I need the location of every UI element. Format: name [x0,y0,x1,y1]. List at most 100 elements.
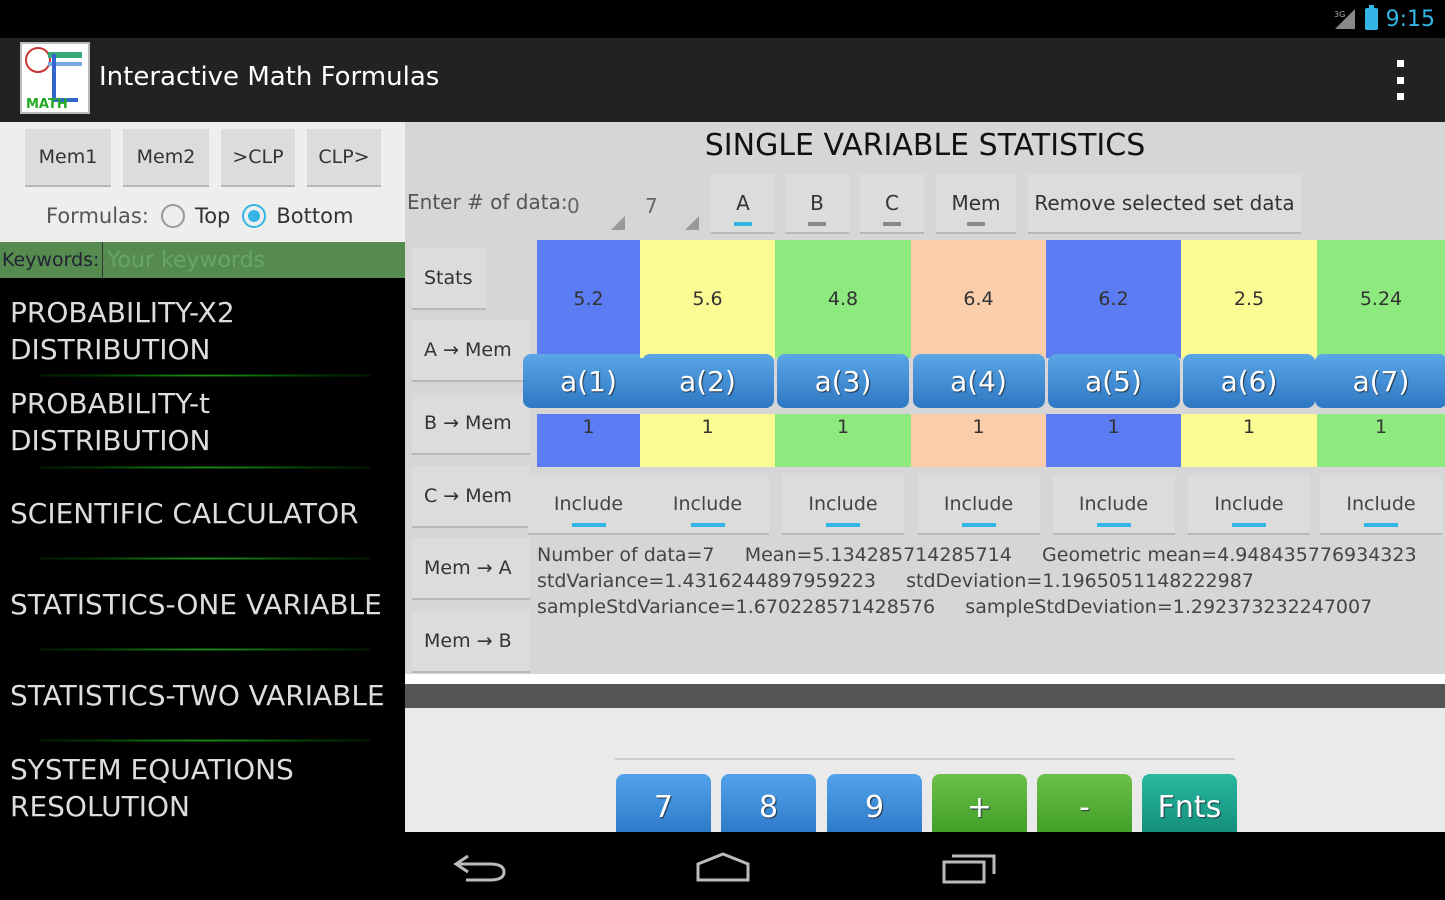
result-line: stdVariance=1.4316244897959223 stdDeviat… [537,570,1254,592]
data-index-cell[interactable]: 1 [911,414,1046,467]
toggle-indicator [1232,523,1266,527]
data-value-cell[interactable]: 2.5 [1181,240,1317,358]
include-label: Include [1214,493,1284,515]
data-count-field[interactable]: 7 [645,180,701,232]
recents-icon[interactable] [940,850,1000,884]
keypad-key[interactable]: - [1037,774,1132,832]
set-b-button[interactable]: B [785,174,849,234]
data-value-cell[interactable]: 4.8 [775,240,911,358]
menu-item-line1: SCIENTIFIC CALCULATOR [10,497,359,530]
a-to-mem-button[interactable]: A → Mem [412,320,530,382]
keywords-input[interactable] [103,247,398,273]
mem1-button[interactable]: Mem1 [25,129,111,187]
set-b-label: B [810,191,824,215]
menu-item-line1: STATISTICS-ONE VARIABLE [10,588,382,621]
data-label-badge: a(7) [1315,354,1445,408]
include-toggle-button[interactable]: Include [646,475,769,535]
toggle-indicator [1096,523,1131,527]
include-toggle-button[interactable]: Include [782,475,904,535]
menu-item-probability-x2[interactable]: PROBABILITY-X2 DISTRIBUTION [10,294,235,368]
c-to-mem-button[interactable]: C → Mem [412,466,530,528]
menu-item-line1: STATISTICS-TWO VARIABLE [10,679,385,712]
include-label: Include [943,493,1014,515]
menu-item-statistics-two-variable[interactable]: STATISTICS-TWO VARIABLE [10,677,385,714]
radio-top[interactable] [160,204,185,228]
include-toggle-button[interactable]: Include [1188,475,1310,535]
toggle-indicator [961,523,996,527]
menu-item-system-equations[interactable]: SYSTEM EQUATIONS RESOLUTION [10,751,294,825]
memory-controls: Mem1 Mem2 >CLP CLP> Formulas: Top Bottom [0,122,405,242]
set-c-button[interactable]: C [860,174,924,234]
statistics-panel: SINGLE VARIABLE STATISTICS Enter # of da… [405,122,1445,832]
menu-item-probability-t[interactable]: PROBABILITY-t DISTRIBUTION [10,385,210,459]
keypad-key[interactable]: + [932,774,1027,832]
data-label-badge: a(4) [912,354,1045,408]
page-title: SINGLE VARIABLE STATISTICS [704,128,1146,163]
navigation-bar [0,832,1445,900]
data-index-cell[interactable]: 1 [1046,414,1181,467]
data-value-cell[interactable]: 6.4 [911,240,1046,358]
set-mem-button[interactable]: Mem [936,174,1016,234]
data-value-cell[interactable]: 6.2 [1046,240,1181,358]
data-index-cell[interactable]: 1 [1317,414,1445,467]
mem2-button[interactable]: Mem2 [123,129,209,187]
menu-item-scientific-calculator[interactable]: SCIENTIFIC CALCULATOR [10,495,359,532]
include-toggle-button[interactable]: Include [917,475,1040,535]
app-title: Interactive Math Formulas [99,62,440,92]
data-index-cell[interactable]: 1 [775,414,911,467]
keypad-key[interactable]: 7 [616,774,711,832]
mem-to-a-button[interactable]: Mem → A [412,538,530,600]
menu-item-statistics-one-variable[interactable]: STATISTICS-ONE VARIABLE [10,586,382,623]
data-value-cell[interactable]: 5.2 [537,240,640,358]
divider [405,684,1445,708]
menu-item-line2: DISTRIBUTION [10,424,211,457]
toggle-indicator [826,523,860,527]
keypad-key[interactable]: 9 [827,774,922,832]
menu-item-line1: PROBABILITY-X2 [10,296,235,329]
battery-icon [1364,5,1378,30]
menu-divider [40,466,370,469]
data-index-cell[interactable]: 1 [537,414,640,467]
b-to-mem-button[interactable]: B → Mem [412,393,530,455]
divider [615,758,1235,760]
back-icon[interactable] [452,850,508,882]
divider [405,674,1445,684]
toggle-indicator [1364,523,1398,527]
data-index-cell[interactable]: 1 [640,414,775,467]
from-clipboard-button[interactable]: CLP> [307,129,381,187]
radio-bottom-label[interactable]: Bottom [276,204,353,228]
include-toggle-button[interactable]: Include [527,475,650,535]
to-clipboard-button[interactable]: >CLP [221,129,295,187]
remove-set-data-button[interactable]: Remove selected set data [1028,174,1301,234]
overflow-menu-icon[interactable] [1390,60,1410,100]
include-toggle-button[interactable]: Include [1052,475,1175,535]
set-a-label: A [736,191,750,215]
action-bar: MATH Interactive Math Formulas [0,38,1445,122]
include-toggle-button[interactable]: Include [1320,475,1442,535]
set-mem-label: Mem [951,191,1001,215]
data-value-cell[interactable]: 5.6 [640,240,775,358]
data-value-cell[interactable]: 5.24 [1317,240,1445,358]
radio-top-label[interactable]: Top [195,204,230,228]
menu-divider [40,648,370,651]
keypad-key[interactable]: 8 [721,774,816,832]
enter-data-label: Enter # of data: [407,190,568,214]
data-label-badge: a(3) [777,354,909,408]
result-line: Number of data=7 Mean=5.134285714285714 … [537,544,1417,566]
radio-bottom[interactable] [242,204,267,228]
keywords-label: Keywords: [0,242,103,278]
mem-to-b-button[interactable]: Mem → B [412,611,530,673]
keypad-key[interactable]: Fnts [1142,774,1237,832]
set-a-button[interactable]: A [711,174,775,234]
home-icon[interactable] [694,850,752,884]
stats-button[interactable]: Stats [412,248,486,310]
left-panel: Mem1 Mem2 >CLP CLP> Formulas: Top Bottom… [0,122,405,832]
data-start-field[interactable]: 0 [567,180,627,232]
menu-divider [40,557,370,560]
signal-icon: 3G [1333,7,1357,31]
data-index-cell[interactable]: 1 [1181,414,1317,467]
data-label-badge: a(6) [1183,354,1315,408]
keywords-bar: Keywords: [0,242,405,278]
app-logo-icon[interactable]: MATH [20,42,90,114]
include-label: Include [1078,493,1149,515]
